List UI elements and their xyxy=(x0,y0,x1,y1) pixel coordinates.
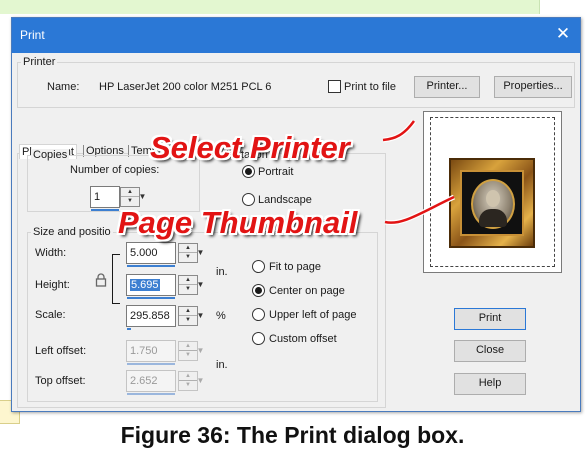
custom-offset-radio[interactable] xyxy=(252,332,265,345)
lock-icon[interactable] xyxy=(95,273,107,287)
left-offset-dropdown-icon[interactable]: ▼ xyxy=(196,341,205,361)
size-unit-label: in. xyxy=(216,266,228,278)
top-offset-input[interactable]: 2.652 xyxy=(126,370,176,395)
scale-spinner[interactable]: ▲ ▼ xyxy=(178,306,198,326)
lock-bracket xyxy=(112,254,120,304)
height-input[interactable]: 5.695 xyxy=(126,274,176,299)
spin-down-icon[interactable]: ▼ xyxy=(179,351,197,360)
print-to-file-label[interactable]: Print to file xyxy=(344,81,396,93)
height-dropdown-icon[interactable]: ▼ xyxy=(196,275,205,295)
spin-up-icon[interactable]: ▲ xyxy=(121,188,139,197)
center-on-page-label[interactable]: Center on page xyxy=(269,285,345,297)
document-background-top xyxy=(0,0,540,14)
spin-up-icon[interactable]: ▲ xyxy=(179,372,197,381)
top-offset-label: Top offset: xyxy=(35,375,86,387)
page-thumbnail-annotation: Page Thumbnail xyxy=(118,205,358,240)
window-title: Print xyxy=(20,28,45,42)
center-on-page-radio[interactable] xyxy=(252,284,265,297)
top-offset-dropdown-icon[interactable]: ▼ xyxy=(196,371,205,391)
left-offset-label: Left offset: xyxy=(35,345,87,357)
top-offset-spinner[interactable]: ▲ ▼ xyxy=(178,371,198,391)
select-printer-annotation: Select Printer xyxy=(150,130,350,165)
spin-down-icon[interactable]: ▼ xyxy=(179,316,197,325)
copies-spinner[interactable]: ▲ ▼ xyxy=(120,187,140,207)
width-dropdown-icon[interactable]: ▼ xyxy=(196,243,205,263)
width-input[interactable]: 5.000 xyxy=(126,242,176,267)
copies-group-label: Copies xyxy=(31,149,70,161)
print-button[interactable]: Print xyxy=(454,308,526,330)
spin-up-icon[interactable]: ▲ xyxy=(179,244,197,253)
number-of-copies-label: Number of copies: xyxy=(70,164,160,176)
offset-unit-label: in. xyxy=(216,359,228,371)
copies-dropdown-icon[interactable]: ▼ xyxy=(138,187,147,207)
upper-left-radio[interactable] xyxy=(252,308,265,321)
fit-to-page-radio[interactable] xyxy=(252,260,265,273)
size-position-group-label: Size and positio xyxy=(31,226,113,238)
printer-name-value: HP LaserJet 200 color M251 PCL 6 xyxy=(99,81,272,93)
left-offset-input[interactable]: 1.750 xyxy=(126,340,176,365)
spin-down-icon[interactable]: ▼ xyxy=(179,381,197,390)
spin-up-icon[interactable]: ▲ xyxy=(179,276,197,285)
framed-portrait-image xyxy=(449,158,535,248)
fit-to-page-label[interactable]: Fit to page xyxy=(269,261,321,273)
width-spinner[interactable]: ▲ ▼ xyxy=(178,243,198,263)
printer-name-label: Name: xyxy=(47,81,80,93)
left-offset-spinner[interactable]: ▲ ▼ xyxy=(178,341,198,361)
help-button[interactable]: Help xyxy=(454,373,526,395)
portrait-radio[interactable] xyxy=(242,165,255,178)
copies-input[interactable]: 1 xyxy=(90,186,120,211)
portrait-label[interactable]: Portrait xyxy=(258,166,293,178)
spin-up-icon[interactable]: ▲ xyxy=(179,307,197,316)
custom-offset-label[interactable]: Custom offset xyxy=(269,333,337,345)
figure-caption: Figure 36: The Print dialog box. xyxy=(120,422,465,448)
spin-down-icon[interactable]: ▼ xyxy=(179,285,197,294)
printer-button[interactable]: Printer... xyxy=(414,76,480,98)
spin-up-icon[interactable]: ▲ xyxy=(179,342,197,351)
upper-left-label[interactable]: Upper left of page xyxy=(269,309,356,321)
printer-group-label: Printer xyxy=(21,56,58,68)
scale-label: Scale: xyxy=(35,309,66,321)
title-bar: Print ✕ xyxy=(12,18,580,53)
scale-unit-label: % xyxy=(216,310,226,322)
height-spinner[interactable]: ▲ ▼ xyxy=(178,275,198,295)
properties-button[interactable]: Properties... xyxy=(494,76,572,98)
scale-input[interactable]: 295.858 xyxy=(126,305,176,330)
select-printer-arrow xyxy=(382,119,417,143)
spin-down-icon[interactable]: ▼ xyxy=(179,253,197,262)
height-label: Height: xyxy=(35,279,70,291)
scale-dropdown-icon[interactable]: ▼ xyxy=(196,306,205,326)
print-to-file-checkbox[interactable] xyxy=(328,80,341,93)
width-label: Width: xyxy=(35,247,67,259)
page-thumbnail-arrow xyxy=(384,194,456,226)
close-icon[interactable]: ✕ xyxy=(554,24,572,44)
close-button[interactable]: Close xyxy=(454,340,526,362)
